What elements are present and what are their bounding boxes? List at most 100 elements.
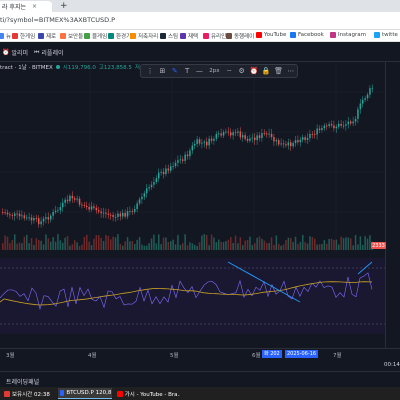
bookmark-label: 동행레이: [234, 34, 255, 40]
candle-body: [170, 166, 172, 171]
candle-body: [210, 138, 213, 141]
volume-bar: [47, 238, 50, 250]
candle-body: [16, 213, 18, 215]
volume-bar: [11, 240, 14, 250]
volume-bar: [230, 237, 232, 250]
drag-handle-icon[interactable]: ⋮: [144, 67, 156, 75]
candle-body: [172, 166, 174, 167]
candle-body: [328, 124, 330, 126]
lock-icon[interactable]: 🔒: [260, 67, 272, 75]
candle-body: [59, 207, 62, 211]
price-scale[interactable]: [385, 62, 400, 348]
volume-bar: [318, 244, 321, 250]
volume-bar: [256, 237, 258, 250]
bookmark-item[interactable]: 저축자리: [130, 32, 158, 40]
line-style-icon[interactable]: —: [193, 67, 205, 75]
candle-body: [218, 133, 220, 135]
bookmark-item[interactable]: twitte: [374, 32, 398, 38]
app-icon: [4, 390, 10, 397]
volume-bar: [213, 237, 215, 250]
volume-bar: [227, 239, 230, 250]
volume-bar: [4, 235, 6, 250]
browser-tab-strip: 라 후지는 × +: [0, 0, 400, 12]
bookmark-item[interactable]: 동행레이: [226, 32, 254, 40]
volume-bar: [215, 242, 218, 250]
volume-bar: [244, 240, 246, 250]
text-color-icon[interactable]: T: [181, 67, 193, 75]
bookmark-item[interactable]: 유리인: [203, 32, 226, 40]
time-axis[interactable]: 3월 4월 5월 6월 화 202 2025-06-16 7월: [0, 348, 400, 359]
bookmark-item[interactable]: Instagram: [330, 32, 366, 38]
volume-bar: [153, 234, 155, 250]
bookmark-label: 유리인: [211, 34, 227, 40]
candle-body: [102, 212, 105, 214]
candle-body: [251, 137, 254, 139]
volume-bar: [64, 237, 66, 250]
trading-panel-bar[interactable]: 트레이딩패널: [0, 371, 400, 387]
alert-button[interactable]: ⏰ 알리미: [2, 48, 28, 57]
line-dash-icon[interactable]: ┄: [223, 67, 235, 75]
bookmark-item[interactable]: 스팀: [160, 32, 178, 40]
volume-bar: [78, 245, 81, 250]
candle-body: [318, 128, 321, 130]
new-tab-button[interactable]: +: [60, 0, 68, 12]
taskbar-app[interactable]: 보유시간 02:38: [2, 388, 54, 399]
address-bar[interactable]: ti/?symbol=BITMEX%3AXBTCUSD.P: [0, 12, 400, 30]
bookmark-label: 환경기: [116, 34, 132, 40]
replay-button[interactable]: ⏮ 리플레이: [34, 48, 64, 58]
volume-bar: [206, 235, 208, 250]
bookmark-item[interactable]: 블게임: [84, 32, 107, 40]
bookmark-item[interactable]: 재택: [180, 32, 198, 40]
browser-tab[interactable]: 라 후지는 ×: [0, 1, 52, 12]
volume-bar: [323, 240, 326, 250]
bookmark-item[interactable]: YouTube: [256, 32, 286, 38]
candle-body: [268, 133, 270, 135]
bookmark-item[interactable]: Facebook: [290, 32, 324, 38]
candle-body: [309, 133, 311, 139]
line-width-select[interactable]: 2px: [206, 68, 224, 74]
candle-body: [342, 125, 345, 127]
bookmark-item[interactable]: 제로: [38, 32, 56, 40]
volume-bar: [242, 245, 244, 250]
price-chart[interactable]: [0, 62, 385, 348]
volume-bar: [124, 241, 126, 250]
bookmark-item[interactable]: 뉴: [0, 32, 11, 40]
candle-body: [119, 213, 122, 217]
candle-body: [292, 143, 294, 147]
trading-panel-label[interactable]: 트레이딩패널: [6, 377, 39, 386]
candle-body: [21, 215, 23, 217]
candle-body: [98, 210, 100, 212]
tab-close-icon[interactable]: ×: [32, 3, 37, 10]
bookmark-item[interactable]: 환경기: [108, 32, 131, 40]
candle-body: [249, 138, 251, 141]
pen-color-icon[interactable]: ✎: [169, 67, 181, 75]
candle-body: [280, 143, 282, 145]
volume-bar: [196, 245, 198, 250]
volume-bar: [201, 235, 203, 250]
taskbar-app[interactable]: BTCUSD.P 120,815.0...: [58, 388, 112, 399]
volume-bar: [203, 234, 206, 250]
volume-bar: [71, 244, 74, 250]
settings-icon[interactable]: ⚙: [235, 67, 247, 75]
template-icon[interactable]: ⊞: [156, 67, 168, 75]
delete-icon[interactable]: 🗑: [272, 67, 284, 75]
candle-body: [278, 140, 280, 145]
chart-canvas[interactable]: [0, 62, 385, 348]
candle-body: [294, 140, 297, 144]
bookmark-label: 재택: [188, 34, 199, 40]
url-text[interactable]: ti/?symbol=BITMEX%3AXBTCUSD.P: [0, 16, 115, 24]
bookmark-label: 제로: [46, 34, 57, 40]
candle-body: [23, 215, 26, 219]
volume-bar: [83, 236, 86, 250]
candle-body: [254, 137, 256, 141]
legend-symbol[interactable]: tract · 1날 · BITMEX: [0, 63, 53, 71]
candle-body: [273, 137, 275, 142]
taskbar-app[interactable]: 가시 - YouTube - Bra...: [115, 388, 180, 399]
alert-add-icon[interactable]: ⏰: [248, 67, 260, 75]
candle-body: [208, 138, 210, 146]
candle-body: [42, 218, 45, 222]
bookmark-item[interactable]: 한게임: [12, 32, 35, 40]
bookmark-item[interactable]: 보안들: [60, 32, 83, 40]
candle-body: [28, 217, 30, 219]
more-icon[interactable]: ⋯: [285, 67, 297, 75]
